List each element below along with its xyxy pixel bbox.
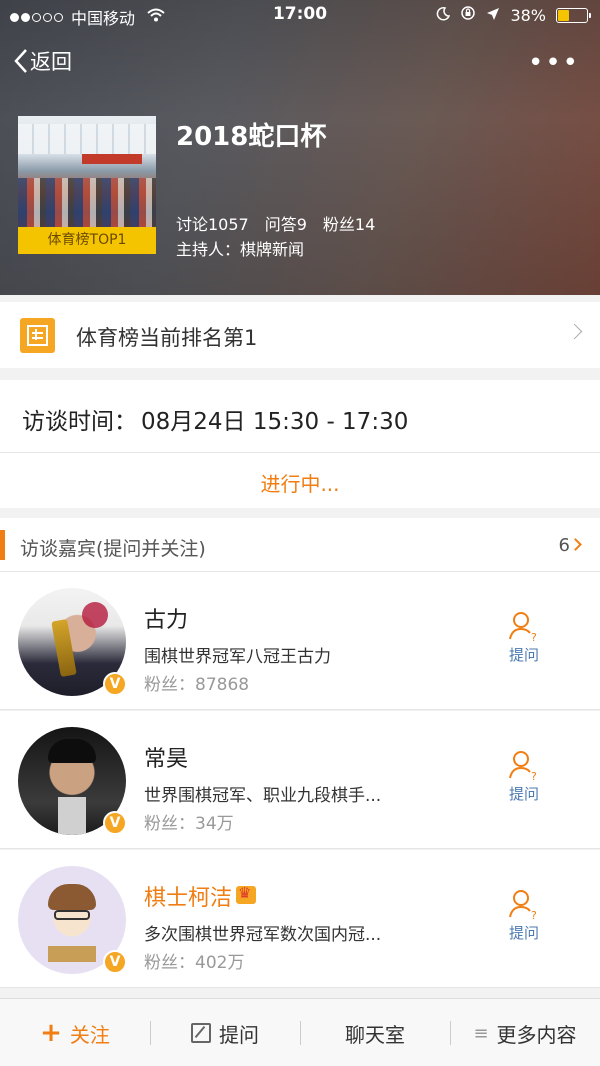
guests-title: 访谈嘉宾(提问并关注): [20, 538, 206, 560]
rank-text: 体育榜当前排名第1: [76, 326, 258, 350]
chevron-right-icon: [566, 323, 583, 340]
nav-bar: 返回 •••: [0, 40, 600, 84]
verified-badge-icon: V: [103, 950, 127, 974]
ask-label: 提问: [219, 1022, 259, 1047]
section-accent-bar: [0, 530, 5, 560]
chevron-left-icon: [14, 49, 27, 73]
interview-time-value: 08月24日 15:30 - 17:30: [141, 409, 409, 435]
qa-count: 问答9: [264, 215, 307, 234]
more-content-button[interactable]: ≡ 更多内容: [450, 999, 600, 1066]
guest-name-text: 棋士柯洁: [144, 886, 233, 911]
ask-question-button[interactable]: ? 提问: [504, 888, 544, 943]
ask-button[interactable]: 提问: [150, 999, 300, 1066]
guest-name[interactable]: 常昊: [144, 741, 188, 773]
guest-description: 围棋世界冠军八冠王古力: [144, 647, 331, 667]
interview-time-label: 访谈时间：: [22, 409, 137, 435]
discussion-count: 讨论1057: [176, 215, 249, 234]
back-button[interactable]: 返回: [14, 46, 72, 76]
interview-time-card: 访谈时间： 08月24日 15:30 - 17:30 进行中...: [0, 380, 600, 508]
topic-header: 中国移动 17:00 38% 返回 ••• 体育榜TOP1 2018蛇口杯 讨论…: [0, 0, 600, 295]
guests-count: 6: [558, 535, 570, 556]
ask-question-button[interactable]: ? 提问: [504, 610, 544, 665]
follow-label: 关注: [69, 1022, 110, 1047]
guest-fans: 粉丝：34万: [144, 814, 234, 834]
guest-fans: 粉丝：87868: [144, 675, 250, 695]
divider: [0, 452, 600, 453]
page-title: 2018蛇口杯: [176, 122, 327, 152]
guest-item[interactable]: V 常昊 世界围棋冠军、职业九段棋手... 粉丝：34万 ? 提问: [0, 711, 600, 849]
guest-description: 世界围棋冠军、职业九段棋手...: [144, 786, 382, 806]
ask-question-button[interactable]: ? 提问: [504, 749, 544, 804]
ask-user-icon: ?: [509, 890, 537, 920]
bottom-toolbar: + 关注 提问 聊天室 ≡ 更多内容: [0, 998, 600, 1066]
location-icon: [486, 6, 500, 25]
battery-percent: 38%: [510, 5, 546, 25]
back-label: 返回: [30, 50, 72, 74]
menu-icon: ≡: [473, 1022, 489, 1044]
verified-badge-icon: V: [103, 811, 127, 835]
guests-header[interactable]: 访谈嘉宾(提问并关注) 6: [0, 518, 600, 572]
more-content-label: 更多内容: [496, 1022, 577, 1047]
chat-room-label: 聊天室: [345, 1022, 405, 1047]
ask-label: 提问: [508, 924, 539, 942]
moon-icon: [436, 6, 451, 25]
svg-text:?: ?: [531, 631, 537, 642]
verified-badge-icon: V: [103, 672, 127, 696]
guest-item[interactable]: V 古力 围棋世界冠军八冠王古力 粉丝：87868 ? 提问: [0, 572, 600, 710]
edit-icon: [191, 1023, 211, 1043]
more-options-button[interactable]: •••: [528, 48, 580, 78]
ranking-icon: [20, 318, 55, 353]
topic-host: 主持人：棋牌新闻: [176, 240, 305, 259]
chat-room-button[interactable]: 聊天室: [300, 999, 450, 1066]
topic-cover-image: 体育榜TOP1: [18, 116, 156, 254]
ask-label: 提问: [508, 646, 539, 664]
chevron-right-icon: [569, 538, 582, 551]
plus-icon: +: [40, 1018, 62, 1048]
vip-crown-icon: [236, 884, 257, 904]
ask-user-icon: ?: [509, 751, 537, 781]
rotation-lock-icon: [460, 5, 476, 25]
svg-text:?: ?: [531, 909, 537, 920]
battery-icon: [556, 7, 591, 23]
guest-name[interactable]: 棋士柯洁: [144, 880, 257, 912]
topic-stats: 讨论1057 问答9 粉丝14: [176, 211, 375, 235]
interview-status: 进行中...: [260, 472, 340, 496]
svg-text:?: ?: [531, 770, 537, 781]
cover-rank-badge: 体育榜TOP1: [18, 227, 156, 254]
guest-item[interactable]: V 棋士柯洁 多次围棋世界冠军数次国内冠... 粉丝：402万 ? 提问: [0, 850, 600, 988]
status-bar: 中国移动 17:00 38%: [0, 0, 600, 30]
guest-fans: 粉丝：402万: [144, 953, 245, 973]
ask-user-icon: ?: [509, 612, 537, 642]
fans-count: 粉丝14: [322, 215, 376, 234]
guest-name[interactable]: 古力: [144, 602, 188, 634]
ask-label: 提问: [508, 785, 539, 803]
follow-button[interactable]: + 关注: [0, 999, 150, 1066]
guest-description: 多次围棋世界冠军数次国内冠...: [144, 925, 382, 945]
rank-row[interactable]: 体育榜当前排名第1: [0, 302, 600, 368]
